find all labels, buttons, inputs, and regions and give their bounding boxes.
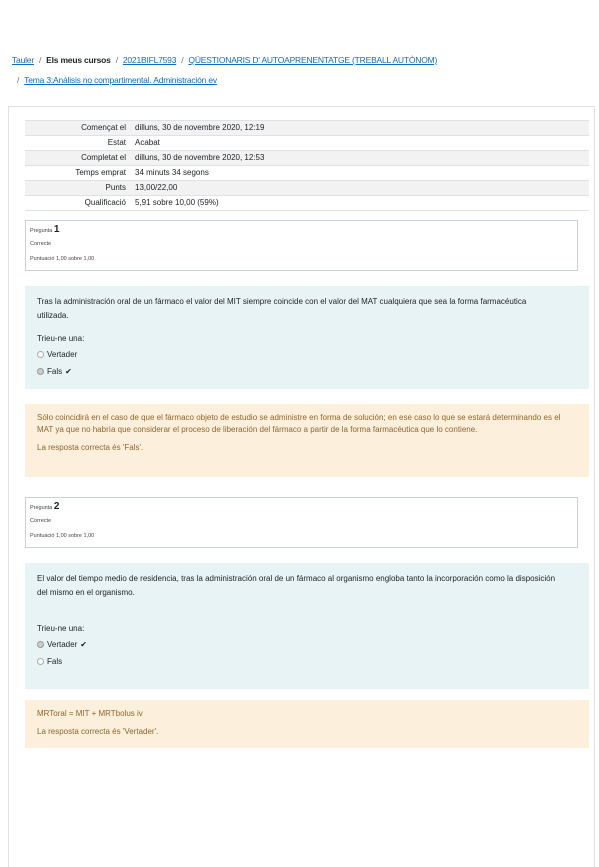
question-2-content: El valor del tiempo medio de residencia,… — [25, 563, 589, 689]
question-1-feedback: Sólo coincidirá en el caso de que el fár… — [25, 404, 589, 477]
option-label: Vertader — [47, 350, 78, 359]
check-icon: ✔ — [65, 367, 72, 376]
right-answer: La resposta correcta és 'Vertader'. — [37, 727, 159, 736]
breadcrumb-separator: / — [115, 55, 118, 65]
question-number-value: 2 — [53, 501, 60, 512]
answer-prompt: Trieu-ne una: — [37, 624, 85, 633]
question-label: Pregunta — [30, 505, 53, 511]
question-text: Tras la administración oral de un fármac… — [37, 297, 527, 320]
breadcrumb-separator: / — [38, 55, 42, 65]
question-mark: Puntuació 1,00 sobre 1,00 — [30, 533, 95, 539]
summary-label: Completat el — [25, 150, 129, 166]
breadcrumb-link-tauler[interactable]: Tauler — [12, 55, 34, 65]
summary-label: Qualificació — [25, 195, 129, 211]
summary-value: Acabat — [129, 135, 589, 151]
question-2-info: Pregunta 2 Correcte Puntuació 1,00 sobre… — [25, 497, 578, 548]
feedback-text: Sólo coincidirá en el caso de que el fár… — [37, 413, 561, 434]
question-state: Correcte — [30, 518, 52, 524]
summary-label: Estat — [25, 135, 129, 151]
radio-button-selected[interactable] — [37, 368, 44, 375]
table-row: Estat Acabat — [25, 135, 589, 151]
breadcrumb-my-courses: Els meus cursos — [46, 55, 111, 65]
quiz-review-region: Començat el dilluns, 30 de novembre 2020,… — [8, 106, 595, 867]
check-icon: ✔ — [80, 640, 87, 649]
breadcrumb-separator: / — [17, 75, 20, 85]
breadcrumb-link-course[interactable]: 2021BIFL7593 — [123, 55, 177, 65]
summary-value: 13,00/22,00 — [129, 180, 589, 196]
question-number-value: 1 — [53, 224, 60, 235]
summary-value: 5,91 sobre 10,00 (59%) — [129, 195, 589, 211]
attempt-summary-table: Començat el dilluns, 30 de novembre 2020,… — [25, 120, 589, 211]
table-row: Començat el dilluns, 30 de novembre 2020,… — [25, 120, 589, 136]
answer-option-fals[interactable]: Fals — [37, 653, 577, 670]
table-row: Temps emprat 34 minuts 34 segons — [25, 165, 589, 181]
question-number: Pregunta 2 — [30, 501, 573, 514]
right-answer: La resposta correcta és 'Fals'. — [37, 443, 144, 452]
summary-label: Començat el — [25, 120, 129, 136]
question-text: El valor del tiempo medio de residencia,… — [37, 574, 556, 597]
option-label: Vertader — [47, 640, 78, 649]
summary-value: dilluns, 30 de novembre 2020, 12:19 — [129, 120, 589, 136]
breadcrumb-link-quiz[interactable]: Tema 3:Análisis no compartimental. Admin… — [24, 75, 217, 85]
answer-option-fals[interactable]: Fals ✔ — [37, 363, 577, 380]
radio-button[interactable] — [37, 658, 44, 665]
option-label: Fals — [47, 367, 63, 376]
question-number: Pregunta 1 — [30, 224, 573, 237]
question-label: Pregunta — [30, 228, 53, 234]
question-1-info: Pregunta 1 Correcte Puntuació 1,00 sobre… — [25, 220, 578, 271]
breadcrumb-separator: / — [181, 55, 184, 65]
question-state: Correcte — [30, 241, 52, 247]
answer-option-vertader[interactable]: Vertader ✔ — [37, 636, 577, 653]
feedback-text: MRToral = MIT + MRTbolus iv — [37, 709, 143, 718]
question-2-feedback: MRToral = MIT + MRTbolus iv La resposta … — [25, 700, 589, 748]
option-label: Fals — [47, 657, 63, 666]
answer-prompt: Trieu-ne una: — [37, 334, 85, 343]
question-1-content: Tras la administración oral de un fármac… — [25, 286, 589, 389]
question-mark: Puntuació 1,00 sobre 1,00 — [30, 256, 95, 262]
table-row: Qualificació 5,91 sobre 10,00 (59%) — [25, 195, 589, 211]
table-row: Punts 13,00/22,00 — [25, 180, 589, 196]
breadcrumb: Tauler / Els meus cursos / 2021BIFL7593 / QÜES… — [12, 50, 592, 90]
breadcrumb-link-section[interactable]: QÜESTIONARIS D' AUTOAPRENENTATGE (TREBAL… — [188, 55, 437, 65]
radio-button-selected[interactable] — [37, 641, 44, 648]
summary-label: Temps emprat — [25, 165, 129, 181]
radio-button[interactable] — [37, 351, 44, 358]
summary-value: 34 minuts 34 segons — [129, 165, 589, 181]
table-row: Completat el dilluns, 30 de novembre 2020… — [25, 150, 589, 166]
answer-option-vertader[interactable]: Vertader — [37, 346, 577, 363]
summary-label: Punts — [25, 180, 129, 196]
summary-value: dilluns, 30 de novembre 2020, 12:53 — [129, 150, 589, 166]
